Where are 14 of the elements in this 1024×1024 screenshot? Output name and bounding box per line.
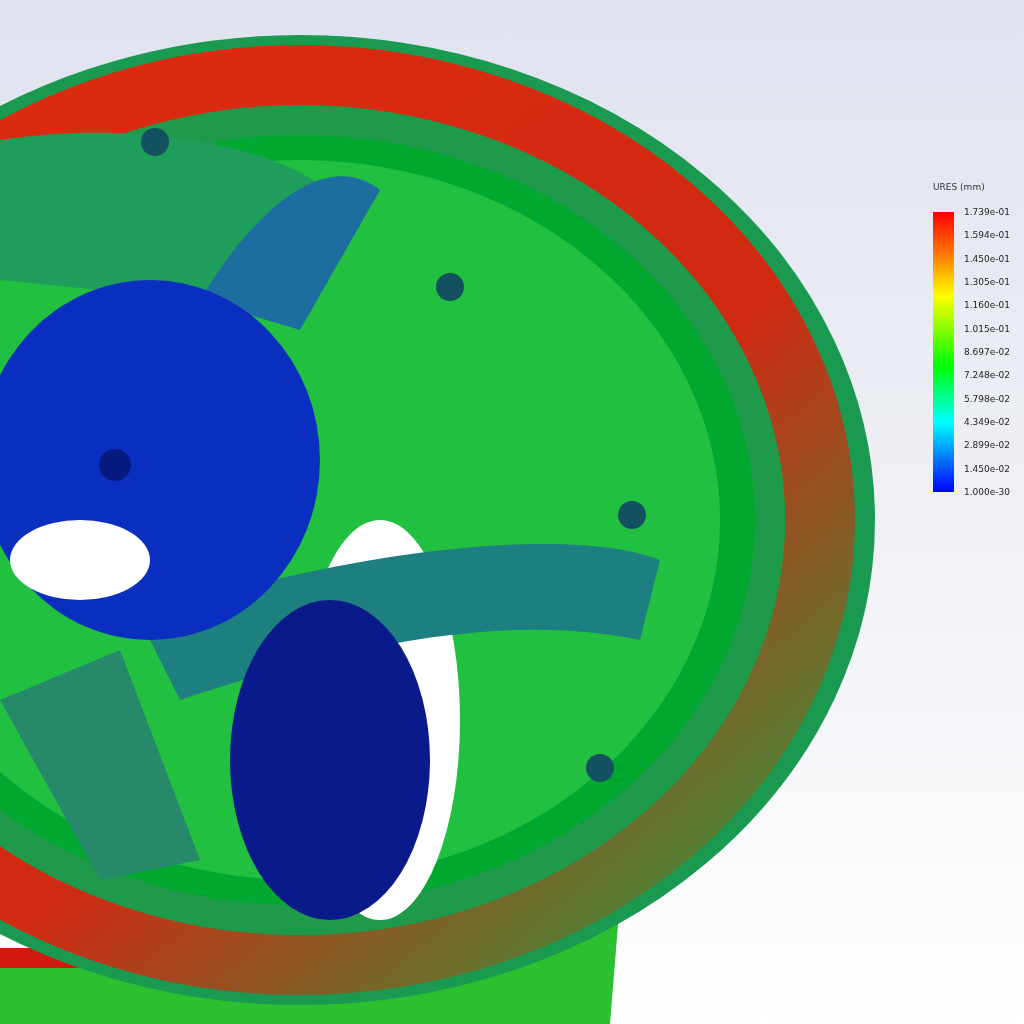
legend-value: 8.697e-02	[964, 345, 1010, 358]
legend-value: 7.248e-02	[964, 369, 1010, 382]
legend-value: 1.015e-01	[964, 322, 1010, 335]
legend-value: 1.450e-02	[964, 462, 1010, 475]
legend-value: 1.305e-01	[964, 276, 1010, 288]
legend-value: 4.349e-02	[964, 415, 1010, 428]
legend-value: 2.899e-02	[964, 439, 1010, 452]
legend-value: 5.798e-02	[964, 392, 1010, 405]
legend-title: URES (mm)	[933, 182, 986, 192]
legend-value: 1.450e-01	[964, 252, 1010, 265]
legend-value: 1.739e-01	[964, 206, 1010, 218]
legend-value: 1.160e-01	[964, 299, 1010, 312]
legend-value: 1.000e-30	[964, 485, 1010, 498]
legend-value: 1.594e-01	[964, 229, 1010, 242]
